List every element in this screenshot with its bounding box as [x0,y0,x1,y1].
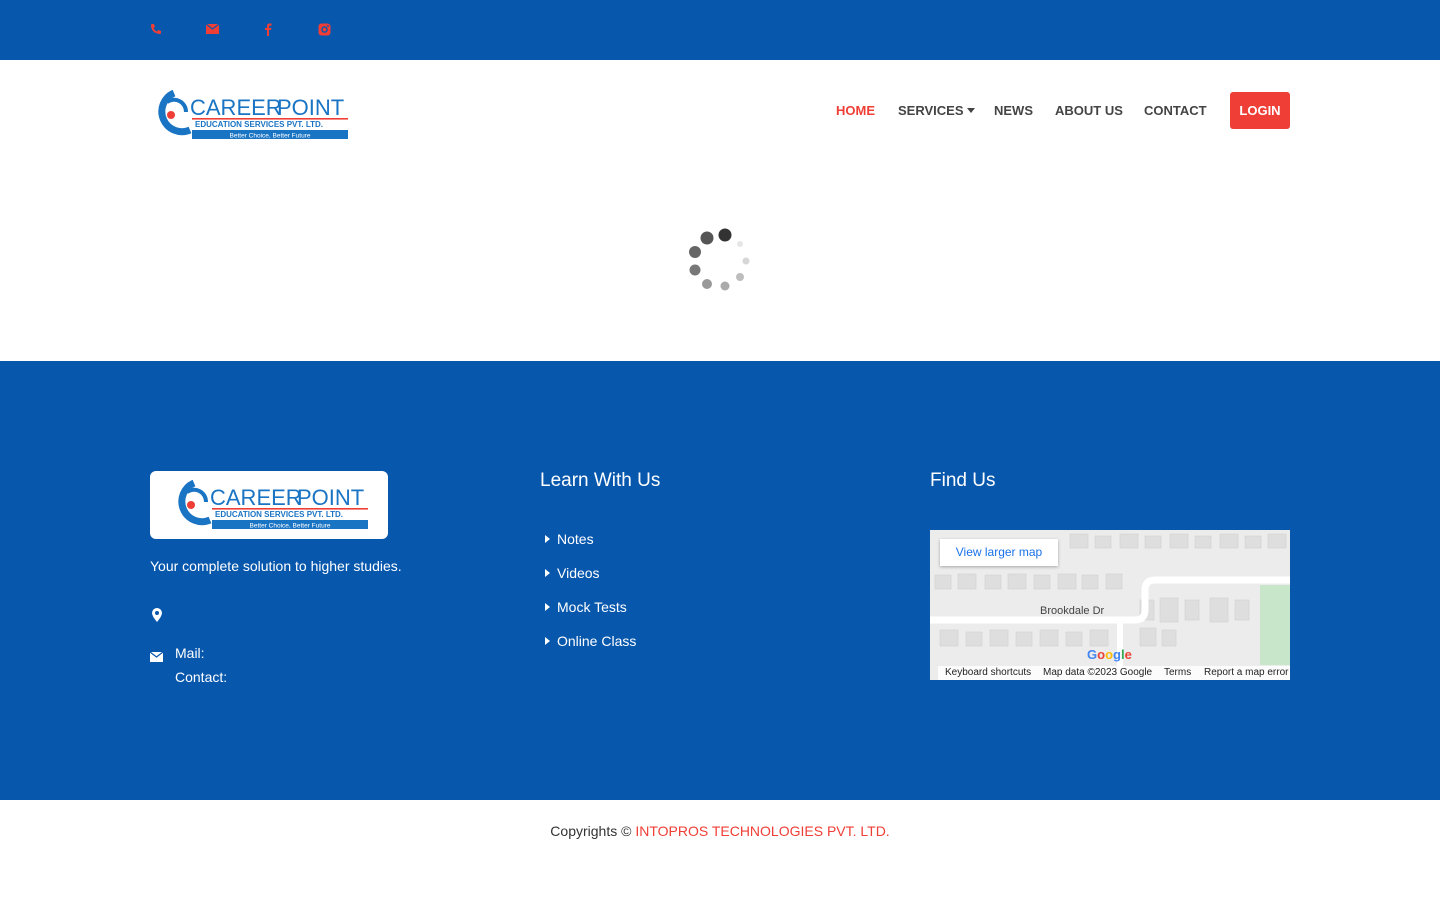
caret-right-icon [545,603,550,611]
footer-tagline: Your complete solution to higher studies… [150,558,402,574]
map-road-label: Brookdale Dr [1040,605,1105,617]
footer-mail-icon [149,649,164,662]
caret-right-icon [545,569,550,577]
footer-mail-label: Mail: [175,645,205,661]
nav-home[interactable]: HOME [836,103,875,118]
learn-item-mock-tests[interactable]: Mock Tests [545,599,627,615]
learn-item-label: Videos [557,565,600,581]
nav-about-us[interactable]: ABOUT US [1055,103,1123,118]
loading-spinner-icon [685,225,755,295]
nav-contact[interactable]: CONTACT [1144,103,1207,118]
site-header: CAREER POINT EDUCATION SERVICES PVT. LTD… [0,60,1440,160]
nav-services[interactable]: SERVICES [898,103,976,118]
login-button[interactable]: LOGIN [1230,92,1290,129]
footer-logo-tagline: Better Choice, Better Future [250,523,331,530]
learn-with-us-heading: Learn With Us [540,470,661,491]
caret-right-icon [545,535,550,543]
learn-item-label: Notes [557,531,594,547]
location-pin-icon [151,608,163,622]
caret-right-icon [545,637,550,645]
mail-icon[interactable] [205,23,219,37]
footer-logo-word-career: CAREER [210,485,302,510]
logo-tagline: Better Choice, Better Future [230,133,311,140]
embedded-map[interactable]: View larger map Brookdale Dr Google Keyb… [930,530,1290,680]
footer-logo[interactable]: CAREER POINT EDUCATION SERVICES PVT. LTD… [150,471,388,539]
nav-news[interactable]: NEWS [994,103,1033,118]
footer-logo-word-point: POINT [297,485,364,510]
copyright-bar: Copyrights © INTOPROS TECHNOLOGIES PVT. … [0,800,1440,862]
phone-icon[interactable] [149,23,163,37]
map-report-error-link[interactable]: Report a map error [1204,667,1288,678]
caret-down-icon [967,108,976,113]
copyright-prefix: Copyrights © [550,823,636,839]
learn-item-online-class[interactable]: Online Class [545,633,636,649]
footer-contact-label: Contact: [175,669,228,685]
map-keyboard-shortcuts[interactable]: Keyboard shortcuts [945,667,1031,678]
nav-services-label: SERVICES [898,103,964,118]
learn-item-label: Mock Tests [557,599,627,615]
facebook-icon[interactable] [261,23,275,37]
learn-item-videos[interactable]: Videos [545,565,600,581]
map-attribution-bar: Keyboard shortcuts Map data ©2023 Google… [938,666,1290,680]
google-logo: Google [1087,647,1132,662]
site-footer: CAREER POINT EDUCATION SERVICES PVT. LTD… [0,361,1440,800]
logo-word-career: CAREER [190,95,282,120]
logo-word-point: POINT [277,95,344,120]
site-logo[interactable]: CAREER POINT EDUCATION SERVICES PVT. LTD… [150,89,350,140]
find-us-heading: Find Us [930,470,996,491]
copyright-company-link[interactable]: INTOPROS TECHNOLOGIES PVT. LTD. [635,823,889,839]
map-terms-link[interactable]: Terms [1164,667,1191,678]
learn-item-notes[interactable]: Notes [545,531,594,547]
logo-subtitle: EDUCATION SERVICES PVT. LTD. [195,120,323,129]
instagram-icon[interactable] [317,23,331,37]
map-data-credit: Map data ©2023 Google [1043,667,1153,678]
footer-logo-subtitle: EDUCATION SERVICES PVT. LTD. [215,510,343,519]
top-contact-bar [0,0,1440,60]
view-larger-map-link[interactable]: View larger map [940,539,1058,566]
learn-item-label: Online Class [557,633,637,649]
